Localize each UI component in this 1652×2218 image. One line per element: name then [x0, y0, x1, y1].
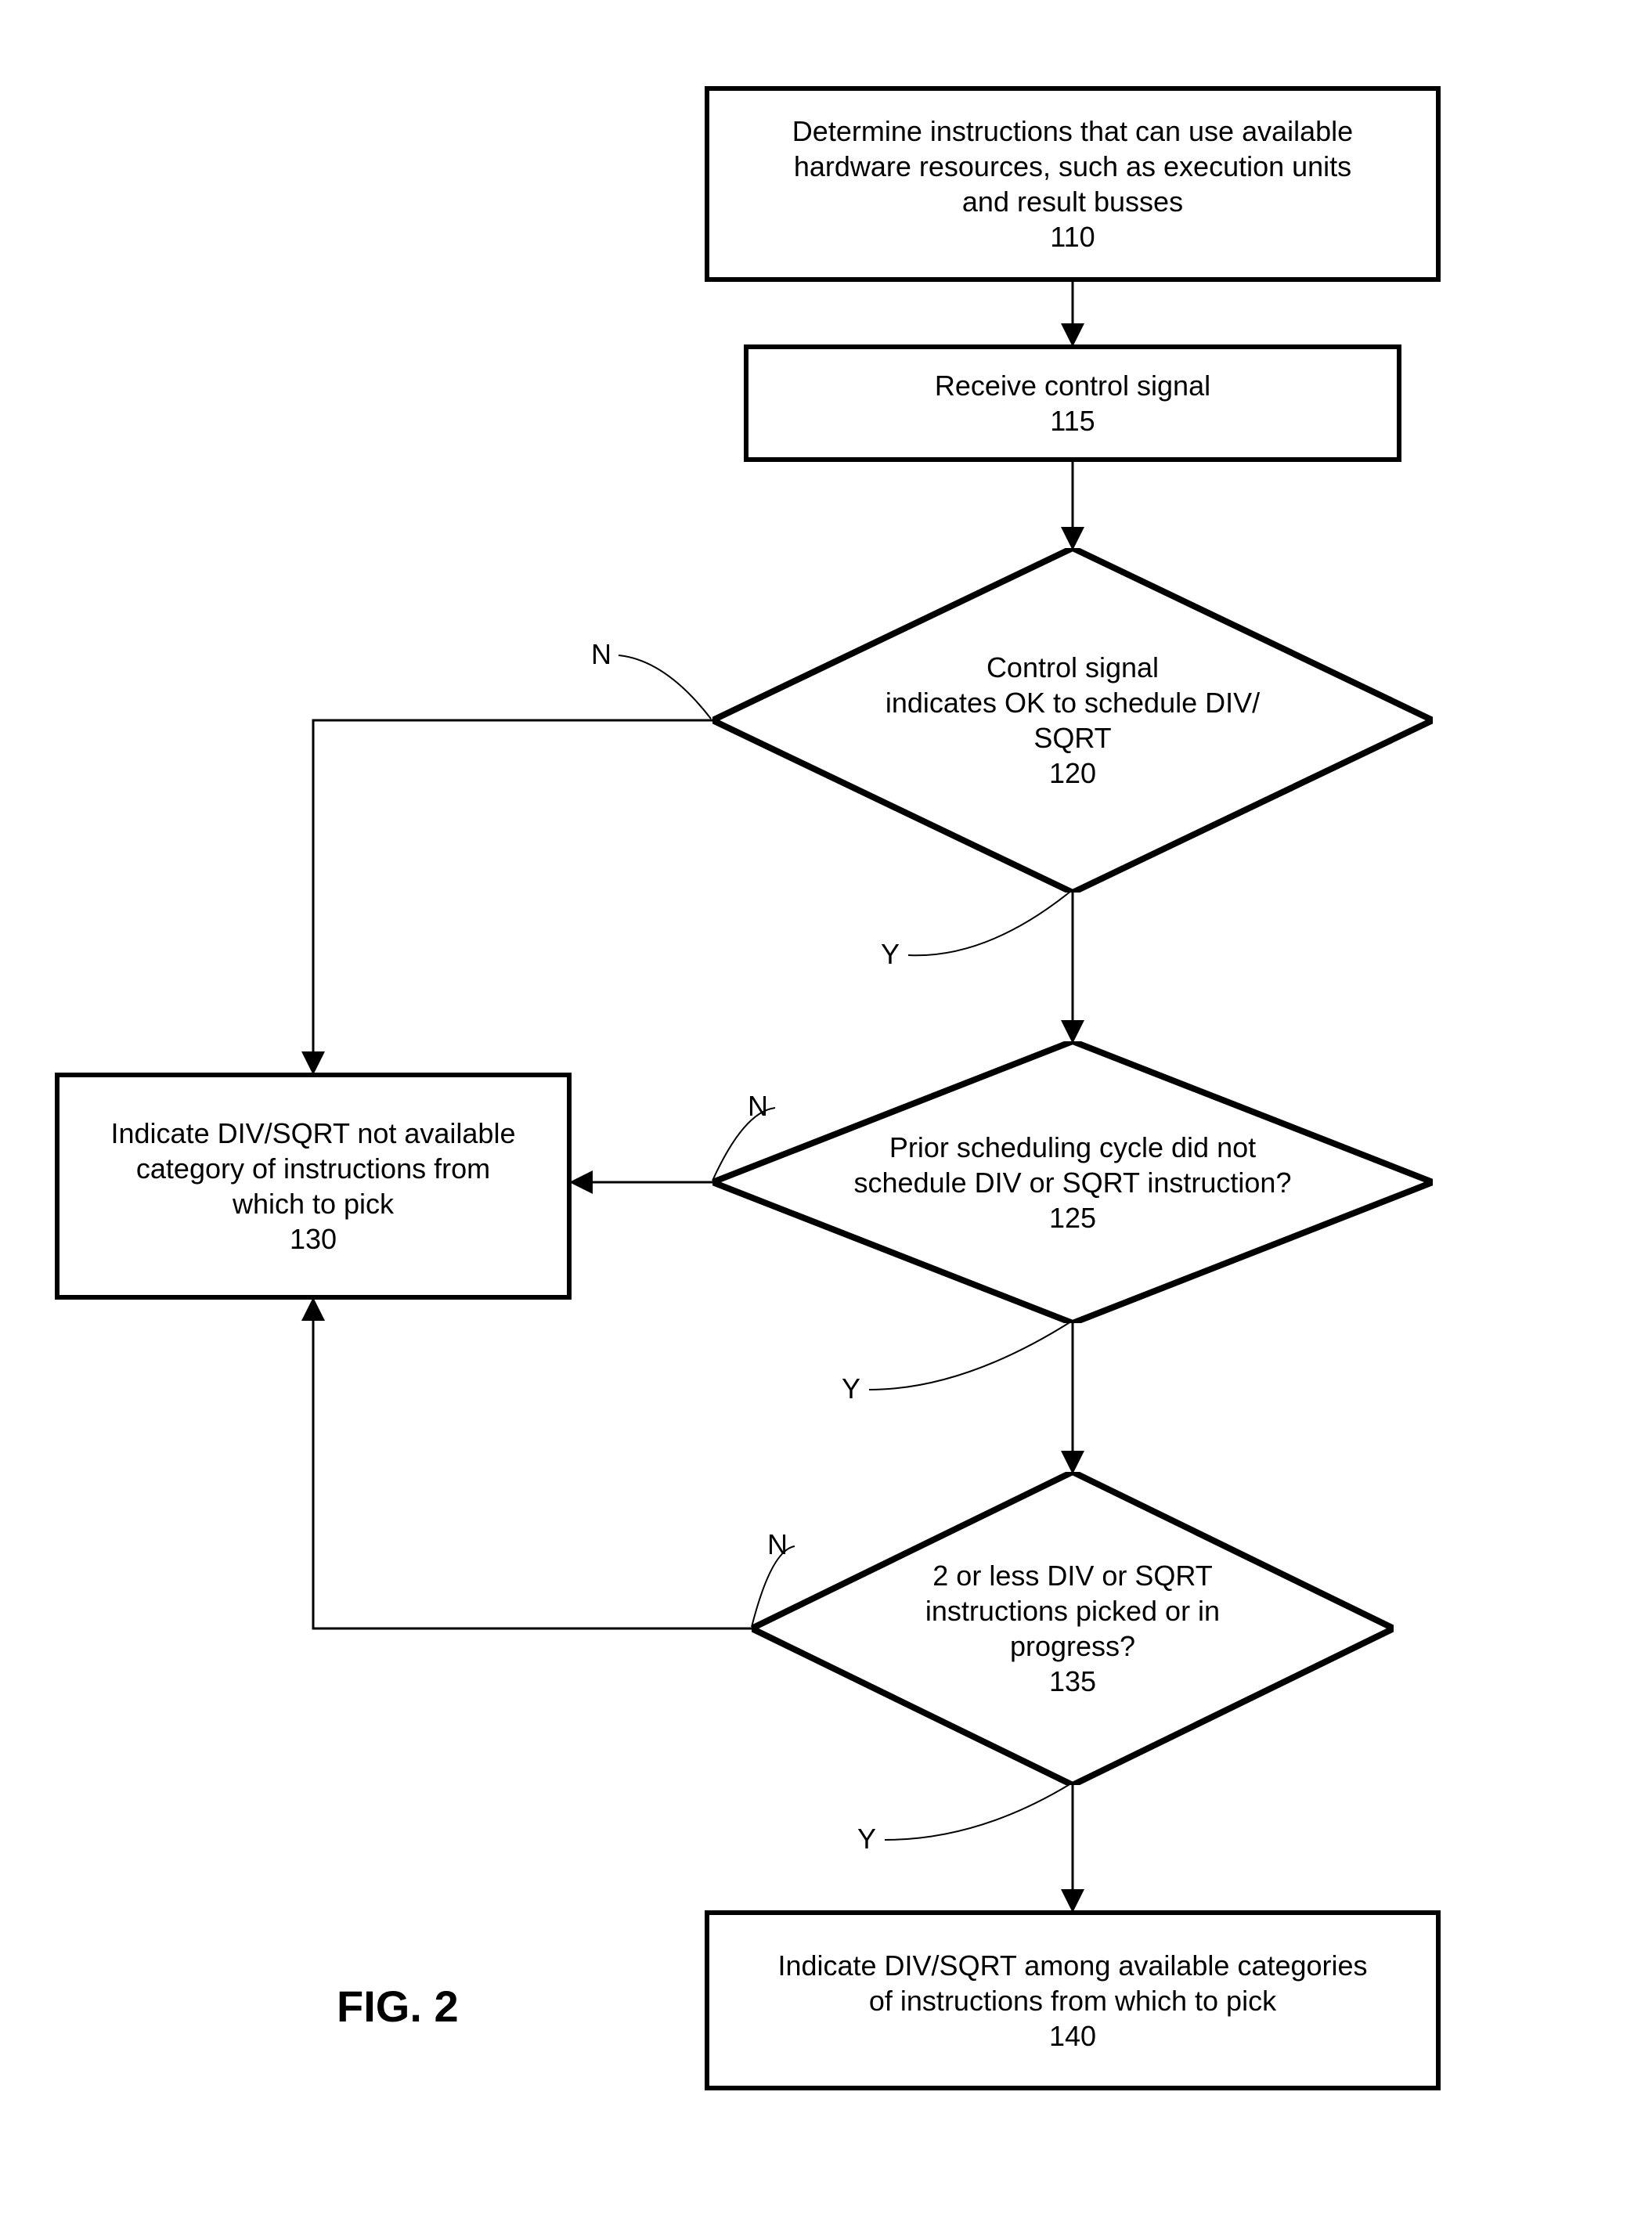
node-text: Indicate DIV/SQRT among available catego…: [777, 1948, 1367, 1983]
node-ref: 115: [1050, 403, 1095, 438]
decision-120: Control signal indicates OK to schedule …: [712, 548, 1433, 893]
node-ref: 110: [1050, 219, 1095, 254]
decision-125: Prior scheduling cycle did not schedule …: [712, 1041, 1433, 1323]
process-115: Receive control signal 115: [744, 344, 1401, 462]
node-ref: 130: [290, 1221, 337, 1257]
node-text: and result busses: [962, 184, 1183, 219]
decision-135: 2 or less DIV or SQRT instructions picke…: [752, 1472, 1394, 1785]
node-text: of instructions from which to pick: [869, 1983, 1276, 2018]
flowchart-canvas: Determine instructions that can use avai…: [0, 0, 1652, 2218]
figure-label: FIG. 2: [337, 1981, 459, 2032]
node-text: Receive control signal: [935, 368, 1210, 403]
edge-label-y-135: Y: [857, 1823, 876, 1856]
node-text: which to pick: [233, 1186, 394, 1221]
edge-label-n-125: N: [748, 1090, 768, 1123]
node-text: category of instructions from: [136, 1151, 490, 1186]
process-110: Determine instructions that can use avai…: [705, 86, 1441, 282]
node-ref: 140: [1049, 2018, 1096, 2054]
edge-label-y-120: Y: [881, 938, 900, 971]
edge-label-y-125: Y: [842, 1372, 860, 1405]
edge-label-n-120: N: [591, 638, 611, 671]
node-text: Determine instructions that can use avai…: [792, 114, 1353, 149]
process-130: Indicate DIV/SQRT not available category…: [55, 1073, 572, 1300]
node-text: Indicate DIV/SQRT not available: [111, 1116, 516, 1151]
node-text: hardware resources, such as execution un…: [794, 149, 1351, 184]
edge-label-n-135: N: [767, 1528, 788, 1561]
process-140: Indicate DIV/SQRT among available catego…: [705, 1910, 1441, 2090]
